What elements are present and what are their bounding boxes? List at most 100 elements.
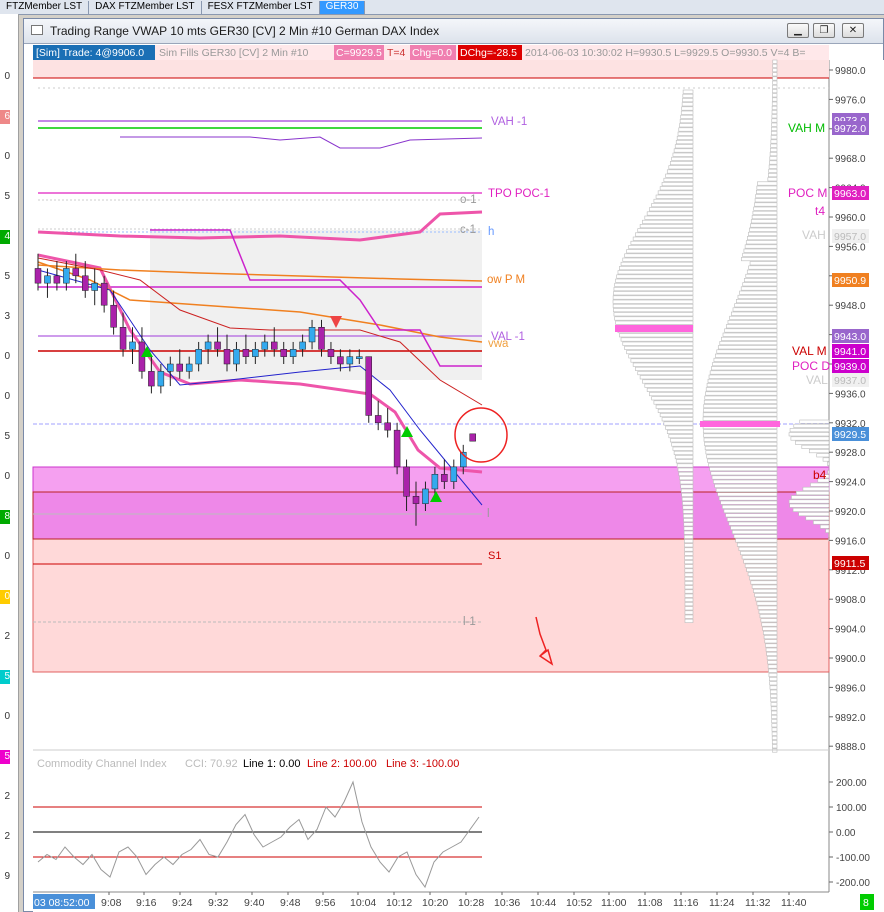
profile-bar [684, 564, 694, 569]
profile-bar [668, 165, 694, 170]
price-badge: 9941.0 [834, 346, 866, 358]
candle-body [223, 349, 231, 365]
profile-bar [770, 147, 778, 152]
profile-bar [769, 677, 778, 682]
profile-bar [715, 353, 778, 358]
candle-body [337, 356, 344, 365]
profile-bar [747, 236, 778, 241]
profile-bar [684, 585, 694, 590]
profile-bar [708, 462, 778, 467]
candle [374, 400, 382, 431]
vah-band-line [120, 136, 483, 149]
time-tick-label: 10:12 [386, 897, 412, 909]
profile-bar [745, 273, 778, 278]
profile-bar [702, 429, 778, 434]
profile-bar [651, 396, 694, 401]
profile-bar [749, 227, 778, 232]
chart-plot[interactable]: [Sim] Trade: 4@9906.0 Sim Fills GER30 [CV… [0, 0, 884, 912]
price-tick-label: 9896.0 [835, 683, 866, 694]
profile-bar [619, 266, 694, 271]
candle-body [289, 349, 297, 357]
profile-bar [827, 470, 830, 475]
profile-bar [771, 122, 778, 127]
level-label: l-1 [463, 616, 476, 628]
tick-count: T=4 [387, 47, 406, 59]
profile-bar [684, 576, 694, 581]
profile-bar [679, 119, 694, 124]
profile-bar [663, 421, 694, 426]
cci-line3-label: Line 3: -100.00 [386, 758, 459, 770]
profile-bar [705, 387, 778, 392]
profile-bar [663, 177, 694, 182]
price-tick-label: 9936.0 [835, 389, 866, 400]
cci-value: CCI: 70.92 [185, 758, 238, 770]
profile-bar [682, 93, 694, 98]
profile-bar [771, 723, 778, 728]
time-tick-label: 10:36 [494, 897, 520, 909]
candle-body [242, 349, 250, 357]
profile-bar [769, 156, 778, 161]
profile-bar [684, 581, 694, 586]
profile-bar [683, 534, 694, 539]
profile-bar [791, 495, 830, 500]
profile-bar [771, 710, 778, 715]
profile-bar [677, 131, 694, 136]
profile-bar [727, 320, 778, 325]
level-label: VAH -1 [491, 116, 527, 128]
profile-bar [757, 605, 778, 610]
profile-bar [718, 496, 778, 501]
profile-bar [733, 534, 778, 539]
profile-bar [715, 488, 778, 493]
profile-bar [705, 391, 778, 396]
profile-bar [620, 261, 694, 266]
profile-bar [769, 152, 778, 157]
profile-bar [745, 240, 778, 245]
cci-tick-label: 200.00 [836, 778, 867, 789]
profile-bar [684, 551, 694, 556]
profile-bar [737, 294, 778, 299]
candle-body [44, 275, 51, 284]
change-value: Chg=0.0 [412, 47, 452, 59]
profile-label: VAL [806, 373, 828, 387]
profile-bar [742, 252, 778, 257]
profile-bar [659, 413, 694, 418]
profile-bar [757, 181, 778, 186]
cci-title: Commodity Channel Index [37, 758, 167, 770]
candle [365, 356, 372, 423]
profile-bar [705, 450, 778, 455]
top-red-band [33, 60, 829, 78]
candle-body [129, 341, 136, 350]
profile-bar [731, 530, 778, 535]
profile-bar [644, 215, 694, 220]
profile-bar [771, 719, 778, 724]
candle-body [82, 275, 89, 291]
profile-bar [622, 257, 694, 262]
profile-bar [754, 593, 778, 598]
profile-bar [729, 315, 778, 320]
profile-bar [659, 186, 694, 191]
candle-body [318, 327, 325, 350]
candle-body [431, 474, 439, 490]
profile-bar [772, 84, 778, 89]
profile-bar [683, 518, 694, 523]
profile-bar [724, 328, 778, 333]
profile-bar [768, 672, 778, 677]
profile-bar [772, 93, 778, 98]
profile-bar [613, 312, 694, 317]
candle-body [271, 341, 278, 350]
candle-body [63, 268, 70, 284]
profile-bar [765, 647, 778, 652]
profile-bar [813, 520, 830, 525]
profile-bar [612, 299, 694, 304]
profile-bar [713, 357, 778, 362]
profile-bar [720, 500, 778, 505]
time-tick-label: 10:28 [458, 897, 484, 909]
profile-bar [684, 589, 694, 594]
profile-bar [801, 444, 830, 449]
candle-body [34, 268, 42, 284]
profile-bar [767, 660, 778, 665]
candle-body [374, 415, 382, 424]
profile-bar [723, 509, 778, 514]
profile-bar [684, 597, 694, 602]
price-tick-label: 9928.0 [835, 448, 866, 459]
